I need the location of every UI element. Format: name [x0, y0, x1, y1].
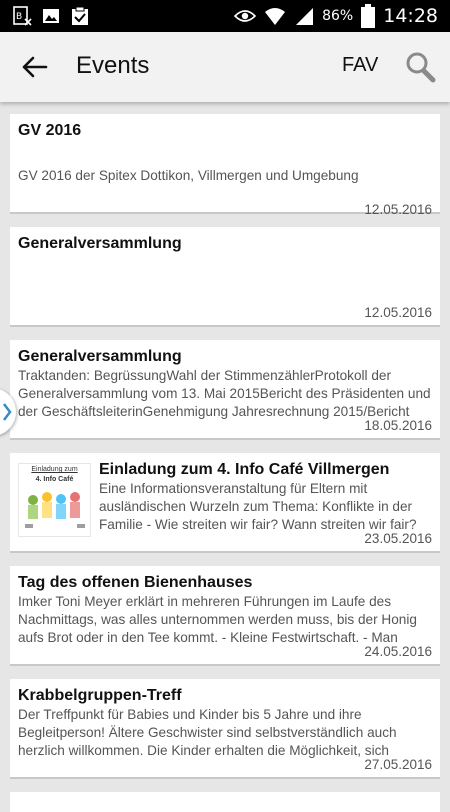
arrow-back-icon	[22, 56, 48, 78]
event-card-partial[interactable]	[10, 792, 440, 812]
thumbnail-heading: Einladung zum	[31, 466, 78, 473]
event-card[interactable]: Generalversammlung Traktanden: Begrüssun…	[10, 340, 440, 440]
sim-icon: B	[13, 6, 32, 26]
system-status: 86% 14:28	[234, 0, 438, 32]
fav-button[interactable]: FAV	[342, 54, 378, 77]
event-date: 24.05.2016	[364, 644, 432, 659]
notification-icons: B	[12, 6, 90, 26]
page-title: Events	[76, 52, 150, 79]
event-list: GV 2016 GV 2016 der Spitex Dottikon, Vil…	[0, 102, 450, 812]
event-description: Eine Informationsveranstaltung für Elter…	[99, 481, 417, 532]
event-date: 18.05.2016	[364, 418, 432, 433]
event-date: 27.05.2016	[364, 757, 432, 772]
event-description: Traktanden: BegrüssungWahl der Stimmenzä…	[18, 368, 431, 419]
event-card[interactable]: GV 2016 GV 2016 der Spitex Dottikon, Vil…	[10, 114, 440, 217]
battery-percent: 86%	[322, 8, 354, 24]
event-title: Tag des offenen Bienenhauses	[18, 574, 253, 591]
drawer-handle[interactable]	[0, 388, 16, 436]
event-title: Generalversammlung	[18, 235, 182, 252]
signal-icon	[296, 8, 314, 25]
event-date: 12.05.2016	[364, 202, 432, 217]
wifi-icon	[265, 8, 286, 25]
status-bar: B 86% 14:28	[0, 0, 450, 32]
eye-icon	[234, 10, 257, 22]
event-card[interactable]: Generalversammlung 12.05.2016	[10, 227, 440, 327]
event-title: GV 2016	[18, 122, 82, 139]
back-button[interactable]	[18, 51, 52, 83]
event-card[interactable]: Krabbelgruppen-Treff Der Treffpunkt für …	[10, 679, 440, 779]
event-title: Generalversammlung	[18, 348, 182, 365]
battery-icon	[361, 4, 376, 28]
svg-text:B: B	[16, 12, 22, 22]
event-date: 12.05.2016	[364, 305, 432, 320]
event-description: Imker Toni Meyer erklärt in mehreren Füh…	[18, 594, 417, 645]
event-card[interactable]: Einladung zum 4. Info Café Einladung zum…	[10, 453, 440, 553]
event-date: 23.05.2016	[364, 531, 432, 546]
event-title: Einladung zum 4. Info Café Villmergen	[99, 461, 390, 478]
event-description	[18, 257, 432, 275]
event-card[interactable]: Tag des offenen Bienenhauses Imker Toni …	[10, 566, 440, 666]
event-thumbnail: Einladung zum 4. Info Café	[18, 463, 91, 537]
event-title: Krabbelgruppen-Treff	[18, 687, 182, 704]
event-description: Der Treffpunkt für Babies und Kinder bis…	[18, 707, 397, 758]
event-description: GV 2016 der Spitex Dottikon, Villmergen …	[18, 168, 359, 183]
thumbnail-subheading: 4. Info Café	[35, 476, 74, 483]
chevron-right-icon	[3, 403, 12, 421]
people-illustration	[25, 492, 85, 528]
clipboard-check-icon	[72, 6, 88, 25]
image-icon	[43, 9, 59, 23]
app-bar: Events FAV	[0, 32, 450, 102]
search-icon	[406, 52, 436, 83]
clock: 14:28	[383, 5, 438, 27]
search-button[interactable]	[404, 50, 436, 84]
